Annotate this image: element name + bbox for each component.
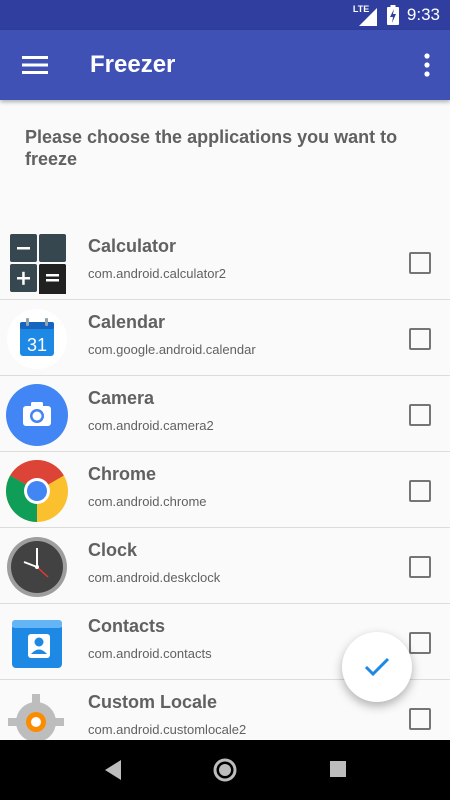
calendar-icon: 31 — [7, 309, 67, 369]
check-icon — [364, 657, 390, 677]
calendar-day-label: 31 — [27, 335, 47, 355]
status-time: 9:33 — [406, 5, 440, 24]
gear-icon — [8, 694, 64, 740]
app-package: com.google.android.calendar — [88, 342, 256, 357]
app-name: Contacts — [88, 616, 166, 636]
signal-indicator: LTE — [353, 4, 379, 26]
select-checkbox[interactable] — [409, 404, 431, 426]
home-icon[interactable] — [212, 757, 238, 783]
back-icon[interactable] — [103, 758, 123, 782]
app-name: Chrome — [88, 464, 157, 484]
status-icons: LTE 9:33 — [353, 0, 440, 30]
recents-icon[interactable] — [329, 760, 347, 778]
app-package: com.android.chrome — [88, 494, 207, 509]
app-name: Calculator — [88, 236, 177, 256]
chrome-icon — [6, 460, 68, 522]
more-vert-icon[interactable] — [422, 52, 432, 78]
clock-icon — [7, 537, 67, 597]
select-checkbox[interactable] — [409, 708, 431, 730]
signal-icon — [358, 8, 377, 26]
app-package: com.android.customlocale2 — [88, 722, 247, 737]
app-package: com.android.contacts — [88, 646, 212, 661]
list-item-calculator[interactable]: Calculator com.android.calculator2 — [0, 224, 450, 300]
list-item-chrome[interactable]: Chrome com.android.chrome — [0, 452, 450, 528]
app-bar: Freezer — [0, 30, 450, 100]
hamburger-menu-icon[interactable] — [22, 54, 48, 76]
app-name: Custom Locale — [88, 692, 218, 712]
app-title: Freezer — [90, 51, 176, 78]
battery-charging-icon — [386, 5, 399, 25]
instruction-text: Please choose the applications you want … — [25, 127, 398, 169]
navigation-bar — [0, 740, 450, 800]
camera-icon — [6, 384, 68, 446]
status-bar: LTE 9:33 — [0, 0, 450, 30]
app-package: com.android.calculator2 — [88, 266, 227, 281]
contacts-icon — [12, 620, 62, 668]
select-checkbox[interactable] — [409, 252, 431, 274]
app-package: com.android.deskclock — [88, 570, 221, 585]
app-package: com.android.camera2 — [88, 418, 214, 433]
app-name: Camera — [88, 388, 155, 408]
select-checkbox[interactable] — [409, 328, 431, 350]
app-name: Clock — [88, 540, 138, 560]
list-item-calendar[interactable]: 31 Calendar com.google.android.calendar — [0, 300, 450, 376]
select-checkbox[interactable] — [409, 556, 431, 578]
select-checkbox[interactable] — [409, 632, 431, 654]
confirm-fab[interactable] — [342, 632, 412, 702]
select-checkbox[interactable] — [409, 480, 431, 502]
list-item-clock[interactable]: Clock com.android.deskclock — [0, 528, 450, 604]
list-item-camera[interactable]: Camera com.android.camera2 — [0, 376, 450, 452]
calculator-icon — [10, 234, 66, 294]
app-name: Calendar — [88, 312, 166, 332]
